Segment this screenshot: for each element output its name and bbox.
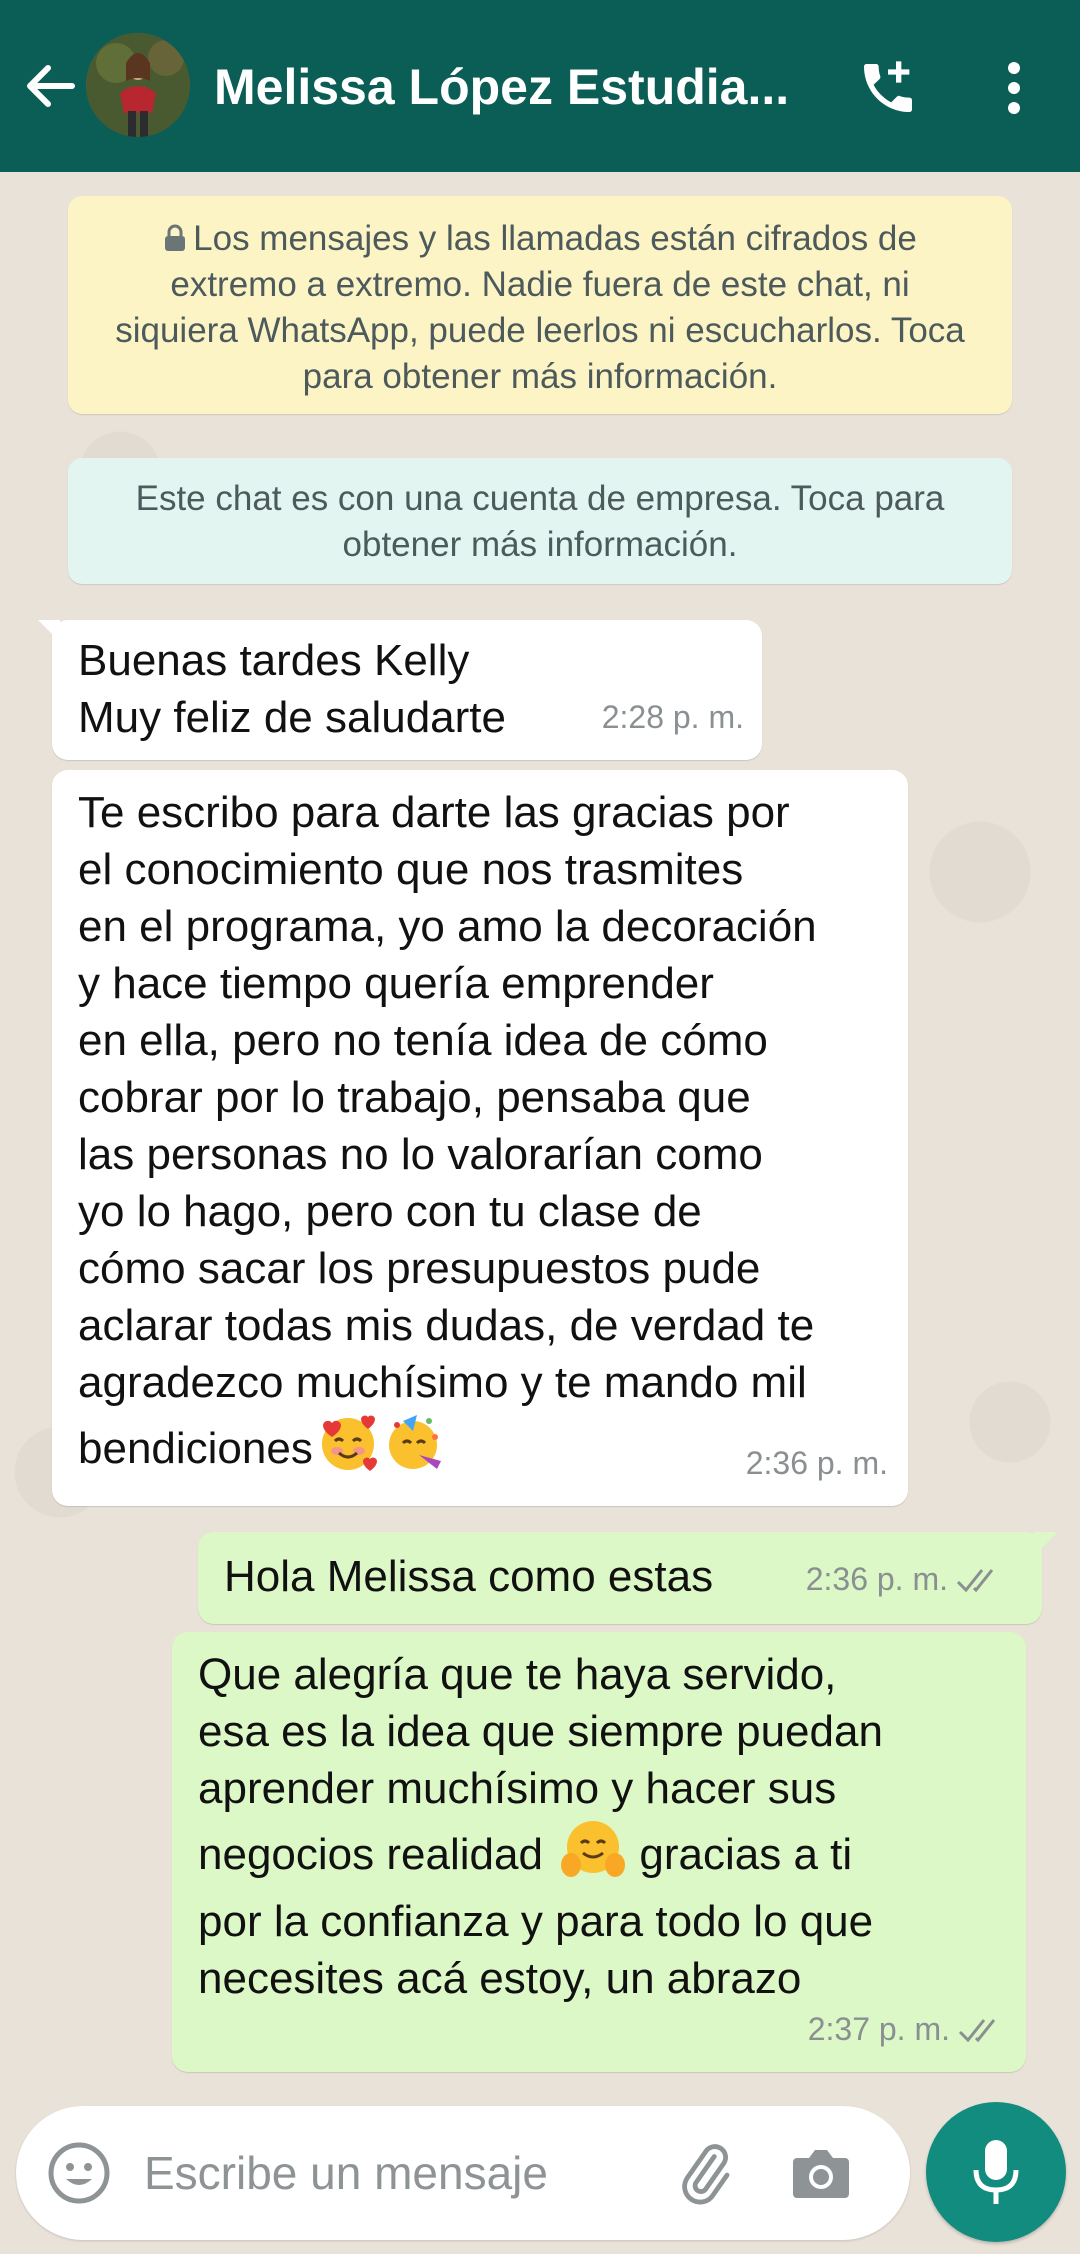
contact-name[interactable]: Melissa López Estudia...	[214, 58, 814, 116]
message-composer	[16, 2106, 910, 2240]
smiling-face-with-hearts-icon	[317, 1411, 379, 1487]
camera-icon	[793, 2150, 849, 2198]
message-time: 2:36 p. m.	[806, 1551, 1002, 1608]
encryption-notice-text: Los mensajes y las llamadas están cifrad…	[115, 219, 965, 396]
microphone-icon	[973, 2140, 1019, 2204]
paperclip-icon	[682, 2144, 730, 2205]
message-input[interactable]	[144, 2136, 654, 2210]
arrow-left-icon	[27, 65, 75, 107]
back-button[interactable]	[20, 56, 80, 116]
message-text: Que alegría que te haya servido, esa es …	[198, 1650, 883, 2003]
outgoing-message[interactable]: Que alegría que te haya servido, esa es …	[172, 1632, 1026, 2072]
outgoing-message[interactable]: Hola Melissa como estas 2:36 p. m.	[198, 1532, 1058, 1624]
add-call-icon	[864, 61, 912, 112]
business-notice-text: Este chat es con una cuenta de empresa. …	[135, 479, 945, 564]
camera-button[interactable]	[786, 2138, 856, 2208]
message-time: 2:28 p. m.	[601, 699, 744, 735]
add-call-button[interactable]	[852, 52, 924, 124]
emoji-button[interactable]	[44, 2138, 114, 2208]
message-time: 2:37 p. m.	[808, 2001, 1004, 2058]
bubble-tail	[1034, 1532, 1058, 1556]
hugging-face-icon	[559, 1817, 627, 1893]
more-options-button[interactable]	[984, 52, 1044, 124]
incoming-message[interactable]: Te escribo para darte las gracias por el…	[52, 770, 908, 1506]
encryption-notice[interactable]: Los mensajes y las llamadas están cifrad…	[68, 196, 1012, 414]
emoji-icon	[48, 2142, 110, 2204]
partying-face-icon	[383, 1411, 445, 1487]
business-account-notice[interactable]: Este chat es con una cuenta de empresa. …	[68, 458, 1012, 584]
incoming-message[interactable]: Buenas tardes Kelly Muy feliz de saludar…	[38, 620, 762, 760]
message-text: Te escribo para darte las gracias por el…	[78, 784, 882, 1487]
avatar-image	[86, 33, 190, 137]
bubble-tail	[38, 620, 60, 642]
double-check-icon	[956, 1568, 994, 1592]
message-time: 2:36 p. m.	[745, 1445, 888, 1481]
lock-icon	[165, 224, 186, 251]
contact-avatar[interactable]	[86, 33, 190, 137]
more-vert-icon	[1008, 62, 1020, 114]
double-check-icon	[958, 2018, 996, 2042]
chat-header: Melissa López Estudia...	[0, 0, 1080, 172]
attach-button[interactable]	[670, 2138, 740, 2208]
voice-message-button[interactable]	[926, 2102, 1066, 2242]
